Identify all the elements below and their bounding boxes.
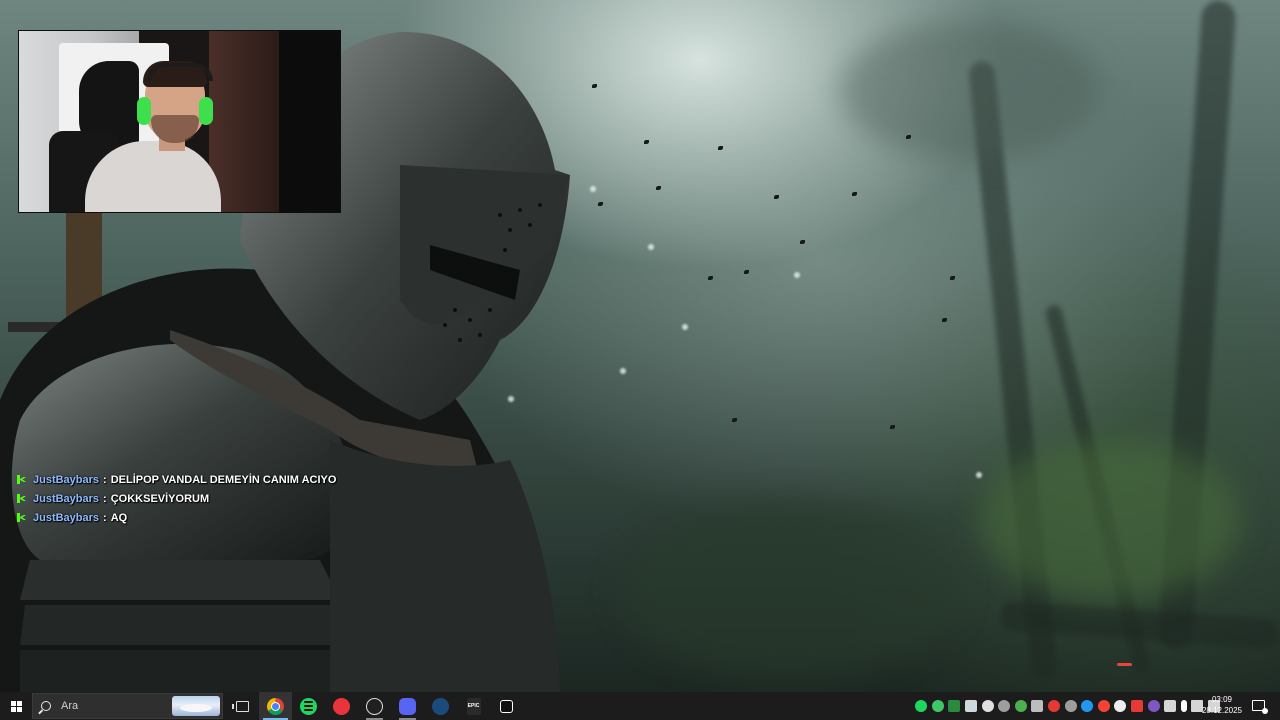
- steam-tray-icon[interactable]: [1081, 700, 1094, 712]
- leaf-particle: [644, 140, 649, 144]
- mist-drop: [648, 244, 654, 250]
- chat-text: AQ: [110, 511, 128, 524]
- purple-tray-icon[interactable]: [1147, 700, 1160, 712]
- epic-games-icon: EPIC: [466, 697, 481, 715]
- razer-tray-icon[interactable]: [1064, 700, 1077, 712]
- taskbar-capcut[interactable]: [490, 692, 523, 720]
- search-highlight-image[interactable]: [172, 696, 220, 716]
- shield-tray-icon[interactable]: [1014, 700, 1027, 712]
- chat-separator: :: [103, 492, 107, 505]
- chat-separator: :: [103, 511, 107, 524]
- window-tray-icon[interactable]: [1164, 700, 1177, 712]
- leaf-particle: [800, 240, 805, 244]
- leaf-particle: [732, 418, 737, 422]
- app-tray-icon[interactable]: [965, 700, 978, 712]
- obs-icon: [366, 697, 383, 715]
- webcam-shadow: [279, 31, 340, 212]
- microphone-icon[interactable]: [1180, 700, 1187, 712]
- chat-text: DELİPOP VANDAL DEMEYİN CANIM ACIYO: [110, 473, 337, 486]
- chat-message: JustBaybars : ÇOKKSEVİYORUM: [17, 489, 336, 508]
- chat-username: JustBaybars: [33, 473, 100, 486]
- webcam-overlay: [18, 30, 341, 213]
- leaf-particle: [592, 84, 597, 88]
- kick-icon: [17, 513, 26, 522]
- leaf-particle: [890, 425, 895, 429]
- leaf-particle: [718, 146, 723, 150]
- chrome-icon: [267, 697, 284, 715]
- leaf-particle: [774, 195, 779, 199]
- search-icon: [41, 701, 51, 711]
- webcam-door: [209, 31, 279, 212]
- chat-text: ÇOKKSEVİYORUM: [110, 492, 210, 505]
- kick-icon: [17, 475, 26, 484]
- taskbar-app-red[interactable]: [325, 692, 358, 720]
- leaf-particle: [708, 276, 713, 280]
- leaf-particle: [906, 135, 911, 139]
- app-red-icon: [333, 697, 350, 715]
- chat-username: JustBaybars: [33, 492, 100, 505]
- chat-separator: :: [103, 473, 107, 486]
- spotify-icon: [300, 697, 317, 715]
- leaf-particle: [852, 192, 857, 196]
- headphone-band: [147, 63, 213, 81]
- leaf-particle: [744, 270, 749, 274]
- mist-drop: [508, 396, 514, 402]
- foliage: [620, 500, 960, 680]
- start-button[interactable]: [0, 692, 32, 720]
- taskbar-spotify[interactable]: [292, 692, 325, 720]
- copy-tray-icon[interactable]: [1031, 700, 1044, 712]
- taskbar-obs[interactable]: [358, 692, 391, 720]
- capcut-icon: [500, 699, 513, 713]
- heart-tray-icon[interactable]: [1048, 700, 1061, 712]
- taskbar-chrome[interactable]: [259, 692, 292, 720]
- clock-date: 28.12.2025: [1201, 706, 1243, 715]
- foliage: [980, 440, 1240, 600]
- taskbar-steam[interactable]: [424, 692, 457, 720]
- leaf-particle: [950, 276, 955, 280]
- gear-tray-icon[interactable]: [1114, 700, 1127, 712]
- headphone-left-cup: [137, 97, 151, 125]
- steam-icon: [432, 697, 449, 715]
- nvidia-tray-icon[interactable]: [948, 700, 961, 712]
- leaf-particle: [598, 202, 603, 206]
- taskview-icon: [232, 700, 249, 712]
- green-tray-icon[interactable]: [931, 700, 944, 712]
- foliage: [840, 20, 1100, 160]
- b-tray-icon[interactable]: [981, 700, 994, 712]
- taskbar: Ara EPIC 03:09 28.12.2025: [0, 692, 1280, 720]
- windows-icon: [10, 700, 22, 712]
- taskbar-search[interactable]: Ara: [32, 693, 223, 719]
- headphone-right-cup: [199, 97, 213, 125]
- red-app-tray-icon[interactable]: [1131, 700, 1144, 712]
- mist-drop: [620, 368, 626, 374]
- mist-drop: [590, 186, 596, 192]
- mist-drop: [682, 324, 688, 330]
- mist-drop: [976, 472, 982, 478]
- stream-chat-overlay: JustBaybars : DELİPOP VANDAL DEMEYİN CAN…: [17, 470, 336, 527]
- red-indicator: [1117, 663, 1132, 666]
- g-tray-icon[interactable]: [998, 700, 1011, 712]
- chat-message: JustBaybars : AQ: [17, 508, 336, 527]
- spotify-tray-icon[interactable]: [915, 700, 928, 712]
- mist-drop: [794, 272, 800, 278]
- leaf-particle: [656, 186, 661, 190]
- chat-message: JustBaybars : DELİPOP VANDAL DEMEYİN CAN…: [17, 470, 336, 489]
- leaf-particle: [942, 318, 947, 322]
- kick-icon: [17, 494, 26, 503]
- discord-icon: [399, 697, 416, 715]
- taskbar-discord[interactable]: [391, 692, 424, 720]
- taskbar-clock[interactable]: 03:09 28.12.2025: [1198, 694, 1246, 716]
- search-placeholder: Ara: [61, 700, 79, 712]
- system-tray: [913, 692, 1222, 720]
- chat-username: JustBaybars: [33, 511, 100, 524]
- notification-icon[interactable]: [1252, 700, 1268, 714]
- clock-time: 03:09: [1211, 695, 1233, 704]
- chrome-tray-icon[interactable]: [1097, 700, 1110, 712]
- taskbar-epic-games[interactable]: EPIC: [457, 692, 490, 720]
- task-view-button[interactable]: [226, 692, 259, 720]
